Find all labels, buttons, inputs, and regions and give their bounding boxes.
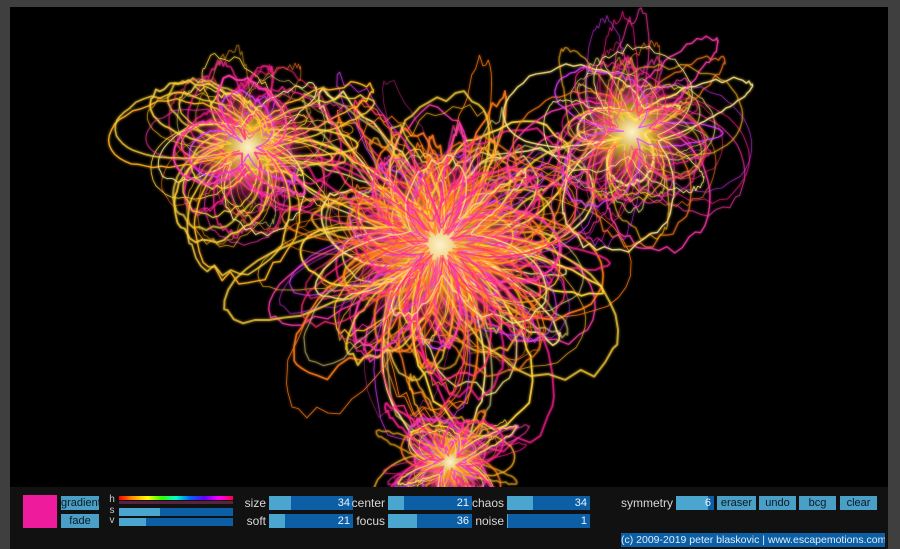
background-button[interactable]: bcg — [799, 496, 836, 510]
soft-label: soft — [246, 514, 266, 528]
center-label: center — [351, 496, 385, 510]
hue-indicator-track — [119, 501, 233, 504]
noise-slider-fill — [507, 514, 508, 528]
size-label: size — [244, 496, 266, 510]
undo-button[interactable]: undo — [759, 496, 796, 510]
center-slider-fill — [388, 496, 404, 510]
soft-slider-fill — [269, 514, 285, 528]
chaos-slider-fill — [507, 496, 533, 510]
chaos-label: chaos — [471, 496, 504, 510]
flower-burst-bottom — [373, 373, 530, 487]
gradient-button[interactable]: gradient — [61, 496, 101, 510]
artwork — [107, 7, 754, 487]
symmetry-label: symmetry — [621, 496, 673, 510]
app-frame: gradient fade h s v size 34 soft 21 cent… — [0, 0, 900, 549]
noise-label: noise — [475, 514, 504, 528]
symmetry-slider-fill — [676, 496, 709, 510]
noise-slider[interactable]: 1 — [507, 514, 590, 528]
center-slider[interactable]: 21 — [388, 496, 472, 510]
value-fill — [119, 518, 147, 526]
drawing-canvas[interactable] — [10, 7, 888, 487]
saturation-fill — [119, 508, 161, 516]
toolbar: gradient fade h s v size 34 soft 21 cent… — [10, 487, 888, 549]
symmetry-slider[interactable]: 6 — [676, 496, 714, 510]
value-label: v — [109, 515, 115, 526]
credit-link[interactable]: (c) 2009-2019 peter blaskovic | www.esca… — [621, 533, 885, 547]
noise-value: 1 — [580, 515, 587, 527]
focus-slider-fill — [388, 514, 417, 528]
value-slider[interactable] — [119, 518, 233, 526]
hue-spectrum — [119, 496, 233, 500]
size-slider-fill — [269, 496, 291, 510]
eraser-button[interactable]: eraser — [717, 496, 756, 510]
fade-button[interactable]: fade — [61, 514, 99, 528]
focus-label: focus — [356, 514, 385, 528]
saturation-slider[interactable] — [119, 508, 233, 516]
focus-slider[interactable]: 36 — [388, 514, 472, 528]
chaos-slider[interactable]: 34 — [507, 496, 590, 510]
hue-label: h — [109, 494, 115, 505]
symmetry-value: 6 — [704, 497, 711, 509]
current-color-swatch[interactable] — [23, 495, 57, 528]
hue-slider[interactable] — [119, 496, 233, 500]
clear-button[interactable]: clear — [840, 496, 877, 510]
chaos-value: 34 — [574, 497, 587, 509]
flower-burst-top-right — [503, 7, 754, 254]
